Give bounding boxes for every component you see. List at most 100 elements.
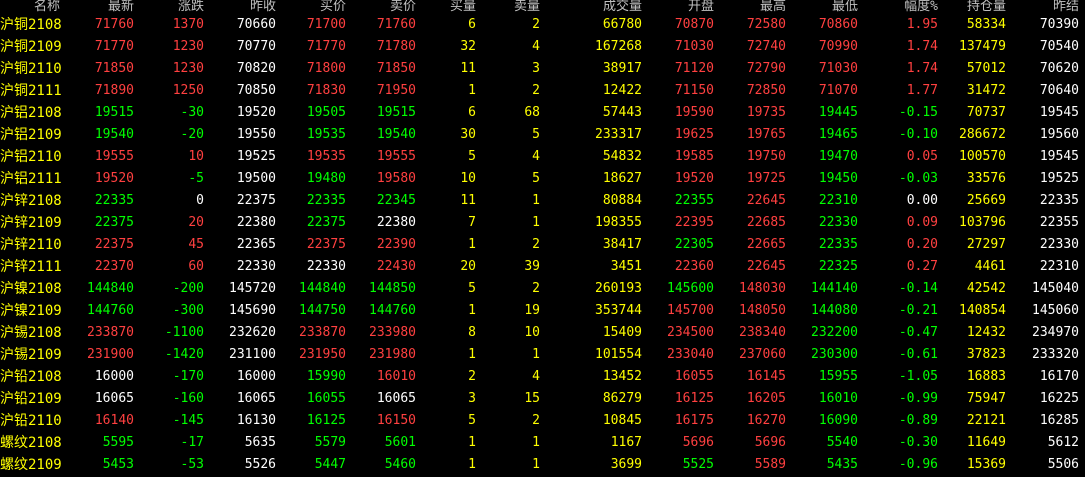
cell-bid: 71700 [306,17,346,32]
table-row[interactable]: 沪铜2110 71850 1230 70820 71800 71850 11 3 38917 71… [0,58,1085,80]
cell-prev-close: 5635 [244,435,276,450]
table-row[interactable]: 沪锌2111 22370 60 22330 22330 22430 20 39 3451 2236… [0,256,1085,278]
cell-change-pct: 1.74 [906,39,938,54]
cell-prev-settle: 16285 [1039,413,1079,428]
cell-ask: 22390 [376,237,416,252]
table-row[interactable]: 沪铝2108 19515 -30 19520 19505 19515 6 68 57443 195… [0,102,1085,124]
column-header-last[interactable]: 最新 [70,0,140,14]
column-header-open-interest[interactable]: 持仓量 [944,0,1012,14]
cell-last: 233870 [87,325,134,340]
cell-low: 19470 [818,149,858,164]
cell-change: -200 [172,281,204,296]
column-header-low[interactable]: 最低 [792,0,864,14]
cell-change-pct: 0.09 [906,215,938,230]
table-row[interactable]: 沪铅2108 16000 -170 16000 15990 16010 2 4 13452 160… [0,366,1085,388]
cell-prev-close: 16000 [236,369,276,384]
cell-prev-settle: 145040 [1032,281,1079,296]
cell-change: 45 [188,237,204,252]
cell-prev-close: 145720 [229,281,276,296]
table-row[interactable]: 沪铜2108 71760 1370 70660 71700 71760 6 2 66780 708… [0,14,1085,36]
column-header-change-pct[interactable]: 幅度% [864,0,944,14]
quote-table: 名称 最新 涨跌 昨收 买价 卖价 买量 卖量 成交量 开盘 最高 最低 幅度% 持仓量 昨结 沪铜2108… [0,0,1085,476]
cell-high: 22665 [746,237,786,252]
cell-high: 16145 [746,369,786,384]
cell-open-interest: 33576 [966,171,1006,186]
cell-bid: 5579 [314,435,346,450]
cell-low: 70990 [818,39,858,54]
cell-name: 沪铅2108 [0,369,62,385]
cell-high: 5589 [754,457,786,472]
cell-bid-vol: 11 [460,61,476,76]
cell-ask-vol: 1 [532,347,540,362]
column-header-high[interactable]: 最高 [720,0,792,14]
cell-last: 19555 [94,149,134,164]
cell-prev-settle: 22330 [1039,237,1079,252]
table-row[interactable]: 沪铝2111 19520 -5 19500 19480 19580 10 5 18627 1952… [0,168,1085,190]
cell-low: 144140 [811,281,858,296]
cell-bid-vol: 5 [468,413,476,428]
cell-prev-settle: 70540 [1039,39,1079,54]
column-header-volume[interactable]: 成交量 [546,0,648,14]
table-row[interactable]: 螺纹2109 5453 -53 5526 5447 5460 1 1 3699 5525 5589 5… [0,454,1085,476]
cell-volume: 80884 [602,193,642,208]
table-row[interactable]: 沪锡2108 233870 -1100 232620 233870 233980 8 10 15… [0,322,1085,344]
cell-open-interest: 4461 [974,259,1006,274]
column-header-bid-vol[interactable]: 买量 [422,0,482,14]
table-row[interactable]: 沪铜2109 71770 1230 70770 71770 71780 32 4 167268 7… [0,36,1085,58]
cell-last: 22375 [94,215,134,230]
column-header-change[interactable]: 涨跌 [140,0,210,14]
table-row[interactable]: 沪铝2110 19555 10 19525 19535 19555 5 4 54832 19585… [0,146,1085,168]
cell-ask-vol: 39 [524,259,540,274]
column-header-open[interactable]: 开盘 [648,0,720,14]
table-row[interactable]: 沪铝2109 19540 -20 19550 19535 19540 30 5 233317 19… [0,124,1085,146]
table-row[interactable]: 沪镍2108 144840 -200 145720 144840 144850 5 2 2601… [0,278,1085,300]
cell-bid: 22375 [306,215,346,230]
cell-prev-settle: 19525 [1039,171,1079,186]
cell-change-pct: -0.21 [898,303,938,318]
table-row[interactable]: 沪锌2108 22335 0 22375 22335 22345 11 1 80884 22355… [0,190,1085,212]
cell-bid-vol: 11 [460,193,476,208]
cell-change-pct: 1.77 [906,83,938,98]
column-header-name[interactable]: 名称 [0,0,70,14]
cell-open-interest: 57012 [966,61,1006,76]
cell-change-pct: -1.05 [898,369,938,384]
cell-name: 沪铝2109 [0,127,62,143]
table-row[interactable]: 沪铜2111 71890 1250 70850 71830 71950 1 2 12422 711… [0,80,1085,102]
cell-bid-vol: 1 [468,303,476,318]
cell-name: 沪锌2110 [0,237,62,253]
cell-bid: 71770 [306,39,346,54]
column-header-bid[interactable]: 买价 [282,0,352,14]
column-header-prev-close[interactable]: 昨收 [210,0,282,14]
table-row[interactable]: 沪铅2109 16065 -160 16065 16055 16065 3 15 86279 16… [0,388,1085,410]
cell-prev-settle: 70640 [1039,83,1079,98]
table-row[interactable]: 沪锌2109 22375 20 22380 22375 22380 7 1 198355 2239… [0,212,1085,234]
cell-change-pct: 0.20 [906,237,938,252]
column-header-prev-settle[interactable]: 昨结 [1012,0,1085,14]
cell-bid-vol: 30 [460,127,476,142]
cell-ask: 22430 [376,259,416,274]
cell-low: 71030 [818,61,858,76]
cell-bid-vol: 1 [468,237,476,252]
column-header-ask[interactable]: 卖价 [352,0,422,14]
cell-prev-settle: 16170 [1039,369,1079,384]
cell-ask-vol: 1 [532,435,540,450]
cell-prev-settle: 5506 [1047,457,1079,472]
cell-bid: 71800 [306,61,346,76]
cell-bid: 19480 [306,171,346,186]
cell-bid: 71830 [306,83,346,98]
table-row[interactable]: 沪锡2109 231900 -1420 231100 231950 231980 1 1 101… [0,344,1085,366]
cell-low: 19445 [818,105,858,120]
table-row[interactable]: 沪镍2109 144760 -300 145690 144750 144760 1 19 353… [0,300,1085,322]
cell-prev-close: 22330 [236,259,276,274]
cell-change: 0 [196,193,204,208]
cell-last: 19520 [94,171,134,186]
table-row[interactable]: 沪铅2110 16140 -145 16130 16125 16150 5 2 10845 161… [0,410,1085,432]
cell-change: -5 [188,171,204,186]
cell-change-pct: -0.89 [898,413,938,428]
table-row[interactable]: 螺纹2108 5595 -17 5635 5579 5601 1 1 1167 5696 5696 5… [0,432,1085,454]
cell-prev-settle: 19560 [1039,127,1079,142]
cell-bid: 231950 [299,347,346,362]
cell-change: -17 [180,435,204,450]
table-row[interactable]: 沪锌2110 22375 45 22365 22375 22390 1 2 38417 22305… [0,234,1085,256]
column-header-ask-vol[interactable]: 卖量 [482,0,546,14]
